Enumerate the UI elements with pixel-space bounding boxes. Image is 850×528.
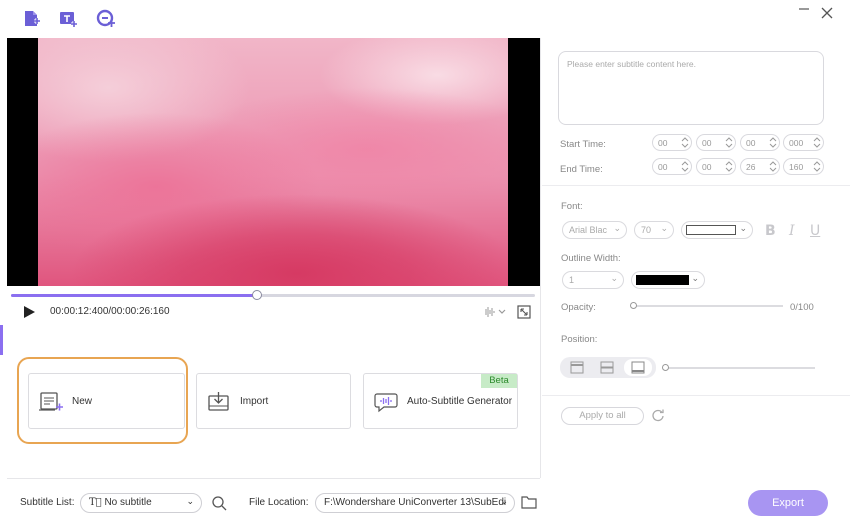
font-label: Font: xyxy=(561,201,583,212)
start-hours-field[interactable]: 00 xyxy=(652,134,692,151)
spinner-icon[interactable] xyxy=(769,136,777,149)
refresh-icon[interactable] xyxy=(651,408,665,422)
opacity-value: 0/100 xyxy=(790,302,814,313)
new-label: New xyxy=(72,396,93,407)
underline-icon[interactable]: U xyxy=(810,223,820,239)
start-time-label: Start Time: xyxy=(560,139,606,150)
folder-icon[interactable] xyxy=(521,495,537,509)
side-marker xyxy=(0,325,3,355)
chevron-down-icon: ⌄ xyxy=(500,496,508,506)
font-color-swatch xyxy=(686,225,736,235)
new-file-icon xyxy=(39,390,65,414)
end-time-label: End Time: xyxy=(560,164,603,175)
close-icon[interactable] xyxy=(819,5,835,21)
separator xyxy=(542,185,850,186)
end-minutes-field[interactable]: 00 xyxy=(696,158,736,175)
font-size-select[interactable]: 70 ⌄ xyxy=(634,221,674,239)
add-subtitle-icon[interactable] xyxy=(96,9,116,29)
separator xyxy=(542,395,850,396)
spinner-icon[interactable] xyxy=(725,136,733,149)
add-file-icon[interactable] xyxy=(22,9,42,29)
subtitle-list-value: No subtitle xyxy=(104,497,152,508)
bold-icon[interactable]: B xyxy=(765,223,776,239)
opacity-label: Opacity: xyxy=(561,302,596,313)
audio-waveform-icon[interactable] xyxy=(482,305,508,319)
beta-badge: Beta xyxy=(481,374,517,388)
end-ms-field[interactable]: 160 xyxy=(783,158,824,175)
export-button[interactable]: Export xyxy=(748,490,828,516)
auto-subtitle-icon xyxy=(374,390,400,414)
timecode: 00:00:12:400/00:00:26:160 xyxy=(50,306,170,317)
file-location-select[interactable]: F:\Wondershare UniConverter 13\SubEdi ⌄ xyxy=(315,493,515,513)
start-ms-field[interactable]: 000 xyxy=(783,134,824,151)
spinner-icon[interactable] xyxy=(813,136,821,149)
progress-fill xyxy=(11,294,257,297)
outline-width-label: Outline Width: xyxy=(561,253,621,264)
chevron-down-icon: ⌄ xyxy=(739,223,747,233)
import-label: Import xyxy=(240,396,269,407)
opacity-slider-thumb[interactable] xyxy=(630,302,637,309)
position-slider-thumb[interactable] xyxy=(662,364,669,371)
apply-to-all-button[interactable]: Apply to all xyxy=(561,407,644,425)
outline-color-swatch xyxy=(636,275,689,285)
spinner-icon[interactable] xyxy=(813,160,821,173)
end-seconds-field[interactable]: 26 xyxy=(740,158,780,175)
minimize-icon[interactable] xyxy=(796,5,812,21)
position-top-icon[interactable] xyxy=(563,359,591,376)
font-color-select[interactable]: ⌄ xyxy=(681,221,753,239)
start-minutes-field[interactable]: 00 xyxy=(696,134,736,151)
video-frame xyxy=(38,38,508,286)
chevron-down-icon: ⌄ xyxy=(613,223,621,233)
chevron-down-icon: ⌄ xyxy=(691,273,699,283)
file-location-value: F:\Wondershare UniConverter 13\SubEdi xyxy=(324,497,507,508)
auto-subtitle-label: Auto-Subtitle Generator xyxy=(407,396,513,407)
start-seconds-field[interactable]: 00 xyxy=(740,134,780,151)
position-middle-icon[interactable] xyxy=(593,359,621,376)
subtitle-list-label: Subtitle List: xyxy=(20,497,75,508)
chevron-down-icon: ⌄ xyxy=(660,223,668,233)
search-icon[interactable] xyxy=(211,495,227,511)
end-hours-field[interactable]: 00 xyxy=(652,158,692,175)
opacity-slider[interactable] xyxy=(633,305,783,307)
position-label: Position: xyxy=(561,334,598,345)
chevron-down-icon: ⌄ xyxy=(610,273,618,283)
text-icon: T⃒ xyxy=(89,497,102,508)
chevron-down-icon: ⌄ xyxy=(186,496,194,506)
top-toolbar xyxy=(0,0,850,38)
fullscreen-icon[interactable] xyxy=(517,305,531,319)
video-preview[interactable] xyxy=(7,38,540,286)
spinner-icon[interactable] xyxy=(725,160,733,173)
spinner-icon[interactable] xyxy=(769,160,777,173)
subtitle-content-input[interactable]: Please enter subtitle content here. xyxy=(558,51,824,125)
add-text-icon[interactable] xyxy=(58,9,78,29)
import-icon xyxy=(207,390,233,414)
italic-icon[interactable]: I xyxy=(789,223,795,239)
new-subtitle-card[interactable]: New xyxy=(28,373,185,429)
play-button[interactable] xyxy=(22,305,36,319)
outline-color-select[interactable]: ⌄ xyxy=(631,271,705,289)
font-family-select[interactable]: Arial Blac ⌄ xyxy=(562,221,627,239)
outline-width-select[interactable]: 1 ⌄ xyxy=(562,271,624,289)
position-bottom-icon[interactable] xyxy=(624,359,652,376)
subtitle-list-select[interactable]: T⃒ No subtitle ⌄ xyxy=(80,493,202,513)
spinner-icon[interactable] xyxy=(681,136,689,149)
import-card[interactable]: Import xyxy=(196,373,351,429)
file-location-label: File Location: xyxy=(249,497,309,508)
position-slider[interactable] xyxy=(665,367,815,369)
divider xyxy=(7,478,540,479)
panel-divider xyxy=(540,38,541,478)
spinner-icon[interactable] xyxy=(681,160,689,173)
progress-thumb[interactable] xyxy=(252,290,262,300)
